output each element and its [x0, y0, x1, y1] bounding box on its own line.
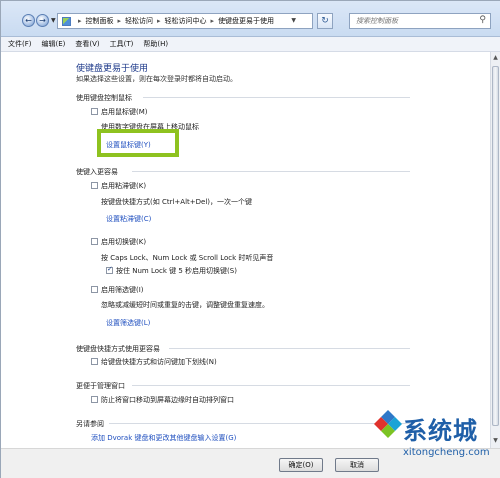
window: ← → ▼ ▸ 控制面板 ▸ 轻松访问 ▸ 轻松访问中心 ▸ 使键盘更易于使用 …	[0, 0, 500, 478]
watermark-brand: 系统城	[403, 417, 478, 445]
sticky-keys-label[interactable]: 启用粘滞键(K)	[101, 181, 146, 191]
section-heading-shortcuts: 使键盘快捷方式使用更容易	[76, 345, 160, 353]
sticky-keys-checkbox[interactable]	[91, 182, 98, 189]
section-heading-mouse: 使用键盘控制鼠标	[76, 94, 132, 102]
toggle-keys-description: 按 Caps Lock、Num Lock 或 Scroll Lock 时听见声音	[101, 254, 274, 262]
back-button[interactable]: ←	[22, 14, 35, 27]
sticky-keys-description: 按键盘快捷方式(如 Ctrl+Alt+Del)，一次一个键	[101, 198, 252, 206]
toggle-keys-shortcut-label[interactable]: 按住 Num Lock 键 5 秒启用切换键(S)	[116, 266, 237, 276]
search-icon[interactable]: ⚲	[479, 15, 486, 25]
toggle-keys-shortcut-checkbox[interactable]	[106, 265, 113, 274]
mouse-keys-label[interactable]: 启用鼠标键(M)	[101, 107, 148, 117]
breadcrumb-current-page[interactable]: 使键盘更易于使用	[218, 16, 274, 26]
page-subtitle: 如果选择这些设置，则在每次登录时都将自动启动。	[76, 75, 237, 83]
scroll-up-icon[interactable]: ▲	[492, 54, 499, 62]
section-divider	[132, 385, 410, 386]
prevent-snap-label[interactable]: 防止将窗口移动到屏幕边缘时自动排列窗口	[101, 395, 234, 405]
menu-tools[interactable]: 工具(T)	[110, 39, 134, 49]
toggle-keys-checkbox[interactable]	[91, 238, 98, 245]
watermark: 系统城 xitongcheng.com	[373, 409, 499, 477]
prevent-snap-checkbox[interactable]	[91, 396, 98, 403]
breadcrumb-ease-of-access-center[interactable]: 轻松访问中心	[165, 16, 207, 26]
section-heading-see-also: 另请参阅	[76, 420, 104, 428]
vertical-scrollbar[interactable]: ▲ ▼	[490, 52, 500, 448]
filter-keys-checkbox[interactable]	[91, 286, 98, 293]
section-divider	[169, 348, 410, 349]
setup-sticky-keys-link[interactable]: 设置粘滞键(C)	[106, 214, 151, 224]
forward-button[interactable]: →	[36, 14, 49, 27]
menu-help[interactable]: 帮助(H)	[143, 39, 168, 49]
section-heading-windows: 更便于管理窗口	[76, 382, 125, 390]
address-dropdown-icon[interactable]: ▼	[291, 17, 296, 24]
section-divider	[132, 171, 410, 172]
underline-shortcuts-checkbox[interactable]	[91, 358, 98, 365]
menu-view[interactable]: 查看(V)	[75, 39, 99, 49]
underline-shortcuts-label[interactable]: 给键盘快捷方式和访问键加下划线(N)	[101, 357, 217, 367]
breadcrumb-ease-of-access[interactable]: 轻松访问	[125, 16, 153, 26]
address-bar-area: ← → ▼ ▸ 控制面板 ▸ 轻松访问 ▸ 轻松访问中心 ▸ 使键盘更易于使用 …	[1, 1, 500, 37]
setup-filter-keys-link[interactable]: 设置筛选键(L)	[106, 318, 150, 328]
control-panel-icon	[62, 16, 71, 26]
page-title: 使键盘更易于使用	[76, 64, 149, 74]
filter-keys-label[interactable]: 启用筛选键(I)	[101, 285, 144, 295]
breadcrumb-separator-icon: ▸	[78, 17, 82, 25]
scroll-thumb[interactable]	[492, 66, 499, 426]
content-area: 使键盘更易于使用 如果选择这些设置，则在每次登录时都将自动启动。 使用键盘控制鼠…	[1, 52, 490, 448]
menu-file[interactable]: 文件(F)	[8, 39, 32, 49]
breadcrumb-separator-icon: ▸	[117, 17, 122, 25]
menu-bar: 文件(F) 编辑(E) 查看(V) 工具(T) 帮助(H)	[1, 37, 500, 52]
breadcrumb-control-panel[interactable]: 控制面板	[86, 16, 114, 26]
section-divider	[143, 97, 410, 98]
filter-keys-description: 忽略或减缓短时间或重复的击键，调整键盘重复速度。	[101, 301, 269, 309]
toggle-keys-label[interactable]: 启用切换键(K)	[101, 237, 146, 247]
dvorak-keyboard-link[interactable]: 添加 Dvorak 键盘和更改其他键盘输入设置(G)	[91, 433, 236, 443]
watermark-logo-icon	[374, 410, 402, 438]
breadcrumb-separator-icon: ▸	[210, 17, 215, 25]
history-dropdown-icon[interactable]: ▼	[51, 17, 56, 24]
highlight-box	[97, 129, 179, 157]
refresh-button[interactable]: ↻	[317, 13, 333, 29]
search-box[interactable]: ⚲	[349, 13, 491, 29]
section-divider	[109, 423, 410, 424]
watermark-url: xitongcheng.com	[403, 447, 490, 458]
address-bar[interactable]: ▸ 控制面板 ▸ 轻松访问 ▸ 轻松访问中心 ▸ 使键盘更易于使用 ▼	[57, 13, 313, 29]
section-heading-typing: 使键入更容易	[76, 168, 118, 176]
mouse-keys-checkbox[interactable]	[91, 108, 98, 115]
menu-edit[interactable]: 编辑(E)	[42, 39, 66, 49]
breadcrumb-separator-icon: ▸	[157, 17, 161, 25]
ok-button[interactable]: 确定(O)	[279, 458, 323, 472]
search-input[interactable]	[350, 14, 470, 28]
